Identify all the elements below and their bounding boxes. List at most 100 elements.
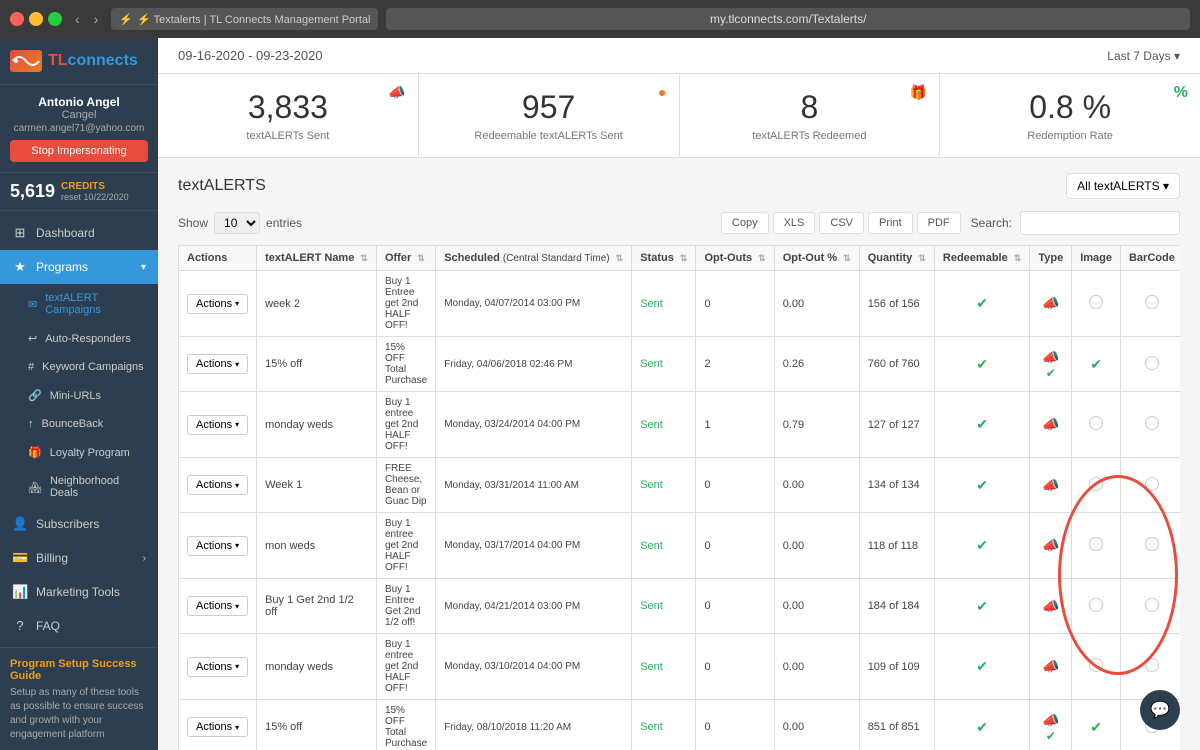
setup-guide-text: Setup as many of these tools as possible… xyxy=(10,686,148,742)
sidebar-item-textalert-campaigns[interactable]: ✉ textALERT Campaigns xyxy=(0,284,158,324)
status-cell: Sent xyxy=(632,337,696,392)
minimize-window-btn[interactable] xyxy=(29,12,43,26)
copy-btn[interactable]: Copy xyxy=(721,212,769,234)
opt-outs-cell: 0 xyxy=(696,458,774,513)
quantity-cell: 134 of 134 xyxy=(859,458,934,513)
actions-btn[interactable]: Actions ▾ xyxy=(187,657,248,677)
actions-btn[interactable]: Actions ▾ xyxy=(187,475,248,495)
barcode-empty xyxy=(1145,477,1159,491)
browser-navigation: ‹ › xyxy=(70,9,103,29)
actions-btn[interactable]: Actions ▾ xyxy=(187,294,248,314)
sidebar-item-loyalty-program[interactable]: 🎁 Loyalty Program xyxy=(0,438,158,467)
offer-cell: Buy 1 Entree get 2nd HALF OFF! xyxy=(376,271,435,337)
data-table: Actions textALERT Name ⇅ Offer ⇅ Schedul… xyxy=(178,245,1180,750)
col-header-opt-out-pct[interactable]: Opt-Out % ⇅ xyxy=(774,246,859,271)
table-row: Actions ▾ monday weds Buy 1 entree get 2… xyxy=(179,634,1181,700)
status-cell: Sent xyxy=(632,579,696,634)
xls-btn[interactable]: XLS xyxy=(773,212,816,234)
sidebar-item-mini-urls[interactable]: 🔗 Mini-URLs xyxy=(0,381,158,410)
quantity-cell: 156 of 156 xyxy=(859,271,934,337)
col-header-redeemable[interactable]: Redeemable ⇅ xyxy=(934,246,1029,271)
actions-btn[interactable]: Actions ▾ xyxy=(187,596,248,616)
type-cell: 📣 xyxy=(1030,271,1072,337)
last-days-filter[interactable]: Last 7 Days ▾ xyxy=(1107,49,1180,63)
quantity-cell: 127 of 127 xyxy=(859,392,934,458)
caret-icon: ▾ xyxy=(235,481,239,490)
dashboard-icon: ⊞ xyxy=(12,225,28,241)
forward-btn[interactable]: › xyxy=(89,9,104,29)
opt-outs-cell: 0 xyxy=(696,579,774,634)
browser-tab: ⚡ ⚡ Textalerts | TL Connects Management … xyxy=(111,8,378,30)
col-header-type[interactable]: Type xyxy=(1030,246,1072,271)
barcode-cell xyxy=(1120,392,1180,458)
sidebar-item-dashboard[interactable]: ⊞ Dashboard xyxy=(0,216,158,250)
back-btn[interactable]: ‹ xyxy=(70,9,85,29)
col-header-status[interactable]: Status ⇅ xyxy=(632,246,696,271)
close-window-btn[interactable] xyxy=(10,12,24,26)
stat-number-rate: 0.8 % xyxy=(960,89,1180,126)
stat-card-sent: 📣 3,833 textALERTs Sent xyxy=(158,74,419,157)
logo-text: TLconnects xyxy=(48,52,138,70)
opt-outs-cell: 1 xyxy=(696,392,774,458)
stat-card-redeemed: 🎁 8 textALERTs Redeemed xyxy=(680,74,941,157)
table-row: Actions ▾ week 2 Buy 1 Entree get 2nd HA… xyxy=(179,271,1181,337)
chat-bubble[interactable]: 💬 xyxy=(1140,690,1180,730)
export-buttons: Copy XLS CSV Print PDF xyxy=(721,212,961,234)
actions-btn[interactable]: Actions ▾ xyxy=(187,354,248,374)
redeemable-check: ✔ xyxy=(976,416,988,432)
show-entries: Show 10 25 50 entries xyxy=(178,212,302,234)
col-header-offer[interactable]: Offer ⇅ xyxy=(376,246,435,271)
pdf-btn[interactable]: PDF xyxy=(917,212,961,234)
filter-dropdown[interactable]: All textALERTS ▾ xyxy=(1066,173,1180,199)
sidebar-sub-label: Keyword Campaigns xyxy=(42,361,144,373)
name-cell: 15% off xyxy=(257,700,377,750)
actions-cell: Actions ▾ xyxy=(179,634,257,700)
opt-outs-cell: 0 xyxy=(696,700,774,750)
search-input[interactable] xyxy=(1020,211,1180,235)
actions-btn[interactable]: Actions ▾ xyxy=(187,536,248,556)
col-header-opt-outs[interactable]: Opt-Outs ⇅ xyxy=(696,246,774,271)
redeemable-check: ✔ xyxy=(976,598,988,614)
sidebar-item-programs[interactable]: ★ Programs ▾ xyxy=(0,250,158,284)
billing-icon: 💳 xyxy=(12,550,28,566)
image-cell: ✔ xyxy=(1072,700,1121,750)
print-btn[interactable]: Print xyxy=(868,212,913,234)
col-header-barcode[interactable]: BarCode xyxy=(1120,246,1180,271)
caret-icon: ▾ xyxy=(235,541,239,550)
maximize-window-btn[interactable] xyxy=(48,12,62,26)
barcode-empty xyxy=(1145,658,1159,672)
actions-btn[interactable]: Actions ▾ xyxy=(187,717,248,737)
table-row: Actions ▾ mon weds Buy 1 entree get 2nd … xyxy=(179,513,1181,579)
sidebar-item-bounceback[interactable]: ↑ BounceBack xyxy=(0,410,158,438)
col-header-scheduled[interactable]: Scheduled (Central Standard Time) ⇅ xyxy=(436,246,632,271)
type-cell: 📣✔ xyxy=(1030,337,1072,392)
col-header-name[interactable]: textALERT Name ⇅ xyxy=(257,246,377,271)
sidebar-sub-label: Loyalty Program xyxy=(50,447,130,459)
sidebar-item-neighborhood-deals[interactable]: 🏘 Neighborhood Deals xyxy=(0,467,158,507)
csv-btn[interactable]: CSV xyxy=(819,212,864,234)
barcode-empty xyxy=(1145,537,1159,551)
sidebar-item-billing[interactable]: 💳 Billing › xyxy=(0,541,158,575)
stat-label-redeemed: textALERTs Redeemed xyxy=(700,130,920,142)
redeemable-check: ✔ xyxy=(976,356,988,372)
col-header-quantity[interactable]: Quantity ⇅ xyxy=(859,246,934,271)
status-cell: Sent xyxy=(632,700,696,750)
col-header-image[interactable]: Image xyxy=(1072,246,1121,271)
entries-select[interactable]: 10 25 50 xyxy=(214,212,260,234)
type-cell: 📣 xyxy=(1030,634,1072,700)
type-icon: 📣 xyxy=(1042,295,1059,311)
sidebar-item-marketing-tools[interactable]: 📊 Marketing Tools xyxy=(0,575,158,609)
credits-reset: reset 10/22/2020 xyxy=(61,192,129,202)
sidebar-item-faq[interactable]: ? FAQ xyxy=(0,609,158,642)
stop-impersonating-btn[interactable]: Stop Impersonating xyxy=(10,140,148,162)
actions-btn[interactable]: Actions ▾ xyxy=(187,415,248,435)
link-icon: 🔗 xyxy=(28,389,42,402)
type-cell: 📣 xyxy=(1030,392,1072,458)
redeemable-icon: ● xyxy=(658,84,666,100)
sidebar-item-subscribers[interactable]: 👤 Subscribers xyxy=(0,507,158,541)
status-cell: Sent xyxy=(632,271,696,337)
sidebar-item-auto-responders[interactable]: ↩ Auto-Responders xyxy=(0,324,158,353)
barcode-cell xyxy=(1120,634,1180,700)
address-bar[interactable]: my.tlconnects.com/Textalerts/ xyxy=(386,8,1190,30)
sidebar-item-keyword-campaigns[interactable]: # Keyword Campaigns xyxy=(0,353,158,381)
